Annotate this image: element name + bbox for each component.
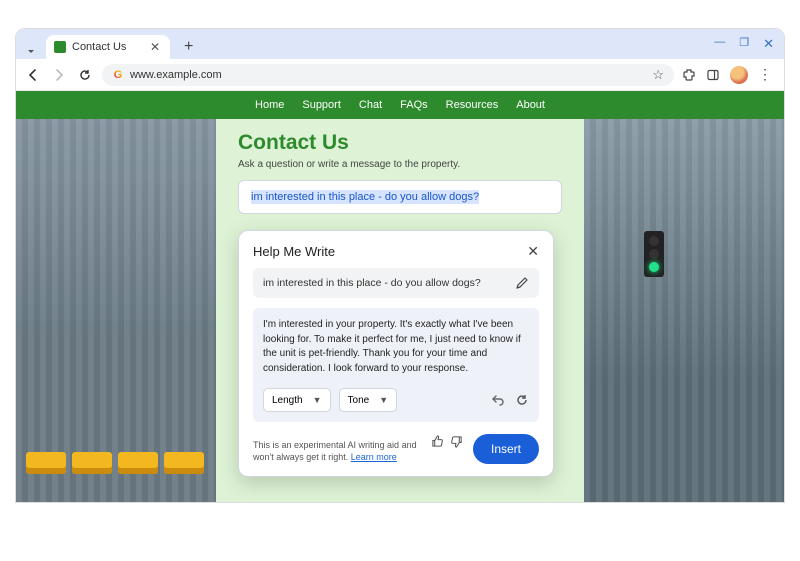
- bg-image-left: [16, 91, 216, 502]
- nav-faqs[interactable]: FAQs: [400, 99, 428, 111]
- hmw-input-row[interactable]: im interested in this place - do you all…: [253, 268, 539, 298]
- window-controls: — ❐ ✕: [714, 36, 774, 52]
- tone-select[interactable]: Tone ▼: [339, 388, 398, 412]
- tab-close-icon[interactable]: ✕: [148, 40, 162, 54]
- pencil-edit-icon[interactable]: [515, 276, 529, 290]
- page-subtitle: Ask a question or write a message to the…: [238, 159, 562, 170]
- maximize-icon[interactable]: ❐: [739, 36, 749, 52]
- site-nav: Home Support Chat FAQs Resources About: [16, 91, 784, 119]
- help-me-write-card: Help Me Write ✕ im interested in this pl…: [238, 230, 554, 477]
- learn-more-link[interactable]: Learn more: [351, 452, 397, 462]
- nav-chat[interactable]: Chat: [359, 99, 382, 111]
- tab-title: Contact Us: [72, 41, 126, 53]
- nav-resources[interactable]: Resources: [446, 99, 499, 111]
- hmw-feedback: [431, 435, 463, 448]
- tab-favicon-icon: [54, 41, 66, 53]
- forward-button[interactable]: [50, 66, 68, 84]
- content-wrap: Contact Us Ask a question or write a mes…: [238, 131, 562, 477]
- omnibox-url: www.example.com: [130, 69, 222, 81]
- google-g-icon: G: [112, 69, 124, 81]
- toolbar-right: ⋮: [682, 66, 776, 84]
- taxi-icon: [72, 452, 112, 474]
- omnibox[interactable]: G www.example.com ☆: [102, 64, 674, 86]
- bookmark-star-icon[interactable]: ☆: [652, 67, 664, 83]
- regenerate-icon[interactable]: [515, 393, 529, 407]
- traffic-light-icon: [644, 231, 664, 277]
- nav-support[interactable]: Support: [302, 99, 341, 111]
- nav-home[interactable]: Home: [255, 99, 284, 111]
- browser-window: Contact Us ✕ + — ❐ ✕ G www.example.com ☆: [15, 28, 785, 503]
- hmw-output-text: I'm interested in your property. It's ex…: [263, 318, 529, 376]
- browser-tab[interactable]: Contact Us ✕: [46, 35, 170, 59]
- length-select[interactable]: Length ▼: [263, 388, 331, 412]
- side-panel-icon[interactable]: [706, 68, 720, 82]
- message-textarea[interactable]: im interested in this place - do you all…: [238, 180, 562, 214]
- reload-button[interactable]: [76, 66, 94, 84]
- hmw-output: I'm interested in your property. It's ex…: [253, 308, 539, 422]
- page-title: Contact Us: [238, 131, 562, 155]
- minimize-icon[interactable]: —: [714, 36, 725, 52]
- taxi-icon: [118, 452, 158, 474]
- profile-avatar[interactable]: [730, 66, 748, 84]
- undo-icon[interactable]: [491, 393, 505, 407]
- thumbs-up-icon[interactable]: [431, 435, 444, 448]
- tone-select-label: Tone: [348, 395, 370, 406]
- taxi-icon: [164, 452, 204, 474]
- hmw-disclaimer: This is an experimental AI writing aid a…: [253, 439, 421, 464]
- hmw-close-icon[interactable]: ✕: [527, 243, 539, 260]
- extensions-icon[interactable]: [682, 68, 696, 82]
- close-window-icon[interactable]: ✕: [763, 36, 774, 52]
- chrome-menu-icon[interactable]: ⋮: [758, 66, 772, 83]
- page-viewport: Home Support Chat FAQs Resources About C…: [16, 91, 784, 502]
- address-bar: G www.example.com ☆ ⋮: [16, 59, 784, 91]
- hmw-title: Help Me Write: [253, 244, 335, 259]
- hmw-input-text: im interested in this place - do you all…: [263, 277, 481, 289]
- message-text: im interested in this place - do you all…: [251, 190, 479, 204]
- length-select-label: Length: [272, 395, 303, 406]
- tab-strip: Contact Us ✕ + — ❐ ✕: [16, 29, 784, 59]
- chevron-down-icon: ▼: [379, 395, 388, 405]
- new-tab-button[interactable]: +: [178, 35, 199, 59]
- tab-search-icon[interactable]: [22, 43, 40, 59]
- taxi-icon: [26, 452, 66, 474]
- thumbs-down-icon[interactable]: [450, 435, 463, 448]
- back-button[interactable]: [24, 66, 42, 84]
- insert-button[interactable]: Insert: [473, 434, 539, 464]
- nav-about[interactable]: About: [516, 99, 545, 111]
- bg-image-right: [584, 91, 784, 502]
- chevron-down-icon: ▼: [313, 395, 322, 405]
